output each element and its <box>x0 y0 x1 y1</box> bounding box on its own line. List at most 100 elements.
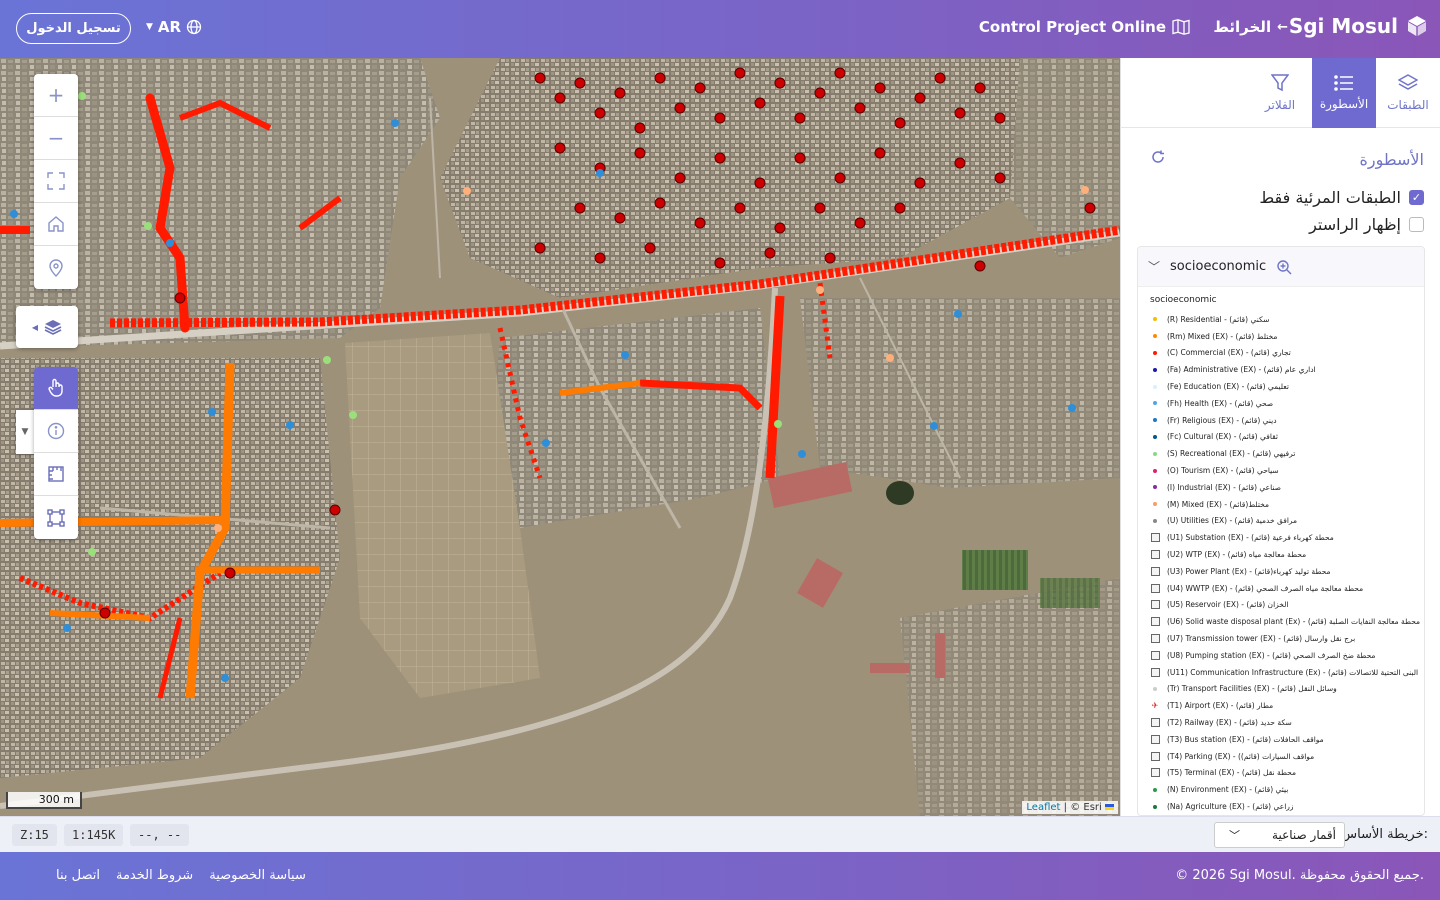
legend-item-label: (U8) Pumping station (EX) - محطة ضخ الصر… <box>1167 650 1376 660</box>
zoom-to-layer-icon[interactable] <box>1276 259 1292 275</box>
zoom-in-button[interactable]: + <box>34 74 78 117</box>
legend-item: (Tr) Transport Facilities (EX) - وسائل ا… <box>1150 681 1424 698</box>
contact-link[interactable]: اتصل بنا <box>56 868 100 883</box>
legend-group-header[interactable]: ﹀ socioeconomic <box>1138 247 1424 287</box>
login-button[interactable]: تسجيل الدخول <box>16 13 131 44</box>
tab-filters-label: الفلاتر <box>1264 98 1296 112</box>
legend-item: (U6) Solid waste disposal plant (Ex) - م… <box>1150 613 1424 630</box>
facility-symbol-icon <box>1150 550 1160 560</box>
locate-button[interactable] <box>34 246 78 289</box>
basemap-label: خريطة الأساس: <box>1341 827 1428 842</box>
show-raster-checkbox[interactable] <box>1409 217 1424 232</box>
measure-tool-button[interactable] <box>34 453 78 496</box>
visible-only-row[interactable]: الطبقات المرئية فقط ✓ <box>1259 188 1424 207</box>
legend-item-label: (Rm) Mixed (EX) - مختلط (قائم) <box>1167 331 1278 341</box>
side-panel: الطبقات الأسطورة الفلاتر الأسطورة الطبقا… <box>1120 58 1440 816</box>
brand[interactable]: Sgi Mosul <box>1289 14 1428 38</box>
terms-link[interactable]: شروط الخدمة <box>116 868 193 883</box>
point-symbol-icon <box>1150 348 1160 358</box>
legend-item: (T3) Bus station (EX) - مواقف الحافلات (… <box>1150 731 1424 748</box>
legend-item-label: (R) Residential - (قائم) سكني <box>1167 314 1270 324</box>
map-canvas[interactable]: + − ◀ ▼ 300 m Leaflet | © Esri <box>0 58 1120 816</box>
project-link[interactable]: Control Project Online <box>979 18 1190 36</box>
map-tools <box>34 367 78 539</box>
legend-item-label: (Fc) Cultural (EX) - ثقافي (قائم) <box>1167 432 1278 442</box>
legend-item-label: (T5) Terminal (EX) - محطة نقل (قائم) <box>1167 768 1297 778</box>
basemap-select[interactable]: ﹀ أقمار صناعية <box>1214 822 1345 848</box>
project-link-label: Control Project Online <box>978 18 1166 36</box>
legend-subtitle: socioeconomic <box>1150 295 1217 305</box>
legend-item-label: (I) Industrial (EX) - صناعي (قائم) <box>1167 482 1282 492</box>
legend-item-label: (U3) Power Plant (Ex) - محطة توليد كهربا… <box>1167 566 1331 576</box>
tab-legend[interactable]: الأسطورة <box>1312 58 1376 128</box>
show-raster-label: إظهار الراستر <box>1309 215 1401 234</box>
zoom-level: Z:15 <box>12 824 57 846</box>
legend-item-label: (U7) Transmission tower (EX) - برج نقل و… <box>1167 634 1356 644</box>
caret-left-icon: ◀ <box>31 322 39 332</box>
language-code: AR <box>157 18 182 36</box>
basemap-value: أقمار صناعية <box>1272 828 1336 842</box>
show-raster-row[interactable]: إظهار الراستر <box>1309 215 1424 234</box>
minus-icon: − <box>47 126 65 150</box>
legend-item: (T4) Parking (EX) - (مواقف السيارات (قائ… <box>1150 748 1424 765</box>
chevron-down-icon[interactable]: ﹀ <box>1148 258 1160 275</box>
refresh-button[interactable] <box>1151 150 1165 168</box>
legend-item: (S) Recreational (EX) - ترفيهي (قائم) <box>1150 445 1424 462</box>
brand-name: Sgi Mosul <box>1288 14 1398 38</box>
point-symbol-icon <box>1150 365 1160 375</box>
legend-group: ﹀ socioeconomic socioeconomic (R) Reside… <box>1137 246 1425 816</box>
pointer-tool-button[interactable] <box>34 367 78 410</box>
legend-item-label: (Tr) Transport Facilities (EX) - وسائل ا… <box>1167 684 1337 694</box>
legend-item-label: (N) Environment (EX) - بيئي (قائم) <box>1167 785 1289 795</box>
tab-layers[interactable]: الطبقات <box>1376 58 1440 128</box>
legend-item-label: (U4) WWTP (EX) - محطة معالجة مياه الصرف … <box>1167 583 1364 593</box>
panel-tabs: الطبقات الأسطورة الفلاتر <box>1120 58 1440 128</box>
visible-only-checkbox[interactable]: ✓ <box>1409 190 1424 205</box>
arrow-left-icon: ← <box>1277 19 1288 35</box>
legend-item-label: (U) Utilities (EX) - مرافق خدمية (قائم) <box>1167 516 1298 526</box>
map-icon <box>1172 19 1190 35</box>
fullscreen-button[interactable] <box>34 160 78 203</box>
home-button[interactable] <box>34 203 78 246</box>
select-box-tool-button[interactable] <box>34 496 78 539</box>
zoom-out-button[interactable]: − <box>34 117 78 160</box>
legend-item-label: (O) Tourism (EX) - سياحي (قائم) <box>1167 466 1279 476</box>
info-tool-button[interactable] <box>34 410 78 453</box>
legend-item: ✈ (T1) Airport (EX) - مطار (قائم) <box>1150 697 1424 714</box>
legend-item: (M) Mixed (EX) - مختلط(قائم) <box>1150 496 1424 513</box>
legend-title: الأسطورة <box>1359 150 1424 169</box>
point-symbol-icon <box>1150 516 1160 526</box>
maps-link[interactable]: الخرائط ← <box>1213 18 1288 36</box>
refresh-icon <box>1152 150 1164 163</box>
tab-legend-label: الأسطورة <box>1319 97 1369 111</box>
point-symbol-icon <box>1150 499 1160 509</box>
map-scale-readout: 1:145K <box>64 824 124 846</box>
esri-attribution: | © Esri <box>1063 802 1102 813</box>
filter-icon <box>1271 74 1289 92</box>
layers-icon <box>44 320 62 335</box>
language-selector[interactable]: ▼ AR <box>146 18 202 36</box>
legend-item-label: (Fe) Education (EX) - تعليمي (قائم) <box>1167 382 1289 392</box>
legend-item: (Rm) Mixed (EX) - مختلط (قائم) <box>1150 328 1424 345</box>
layer-switcher-button[interactable]: ◀ <box>16 306 78 348</box>
legend-item: (T5) Terminal (EX) - محطة نقل (قائم) <box>1150 765 1424 782</box>
legend-item: (Na) Agriculture (EX) - زراعي (قائم) <box>1150 798 1424 815</box>
scale-bar: 300 m <box>6 792 82 809</box>
legend-item: (U) Utilities (EX) - مرافق خدمية (قائم) <box>1150 513 1424 530</box>
legend-item-label: (U6) Solid waste disposal plant (Ex) - م… <box>1167 617 1421 627</box>
legend-item: (C) Commercial (EX) - تجاري (قائم) <box>1150 345 1424 362</box>
tools-expand-toggle[interactable]: ▼ <box>16 410 34 454</box>
legend-item: (Fa) Administrative (EX) - اداري عام (قا… <box>1150 361 1424 378</box>
check-icon: ✓ <box>1411 191 1422 204</box>
legend-item: (O) Tourism (EX) - سياحي (قائم) <box>1150 462 1424 479</box>
legend-item-label: (T1) Airport (EX) - مطار (قائم) <box>1167 701 1274 711</box>
info-icon <box>47 422 65 440</box>
flag-icon <box>1105 804 1114 810</box>
footer: © 2026 Sgi Mosul. جميع الحقوق محفوظة. ات… <box>0 852 1440 900</box>
chevron-down-icon: ﹀ <box>1229 829 1240 842</box>
privacy-link[interactable]: سياسة الخصوصية <box>209 868 306 883</box>
leaflet-link[interactable]: Leaflet <box>1026 802 1060 813</box>
facility-symbol-icon <box>1150 600 1160 610</box>
point-symbol-icon <box>1150 331 1160 341</box>
tab-filters[interactable]: الفلاتر <box>1248 58 1312 128</box>
